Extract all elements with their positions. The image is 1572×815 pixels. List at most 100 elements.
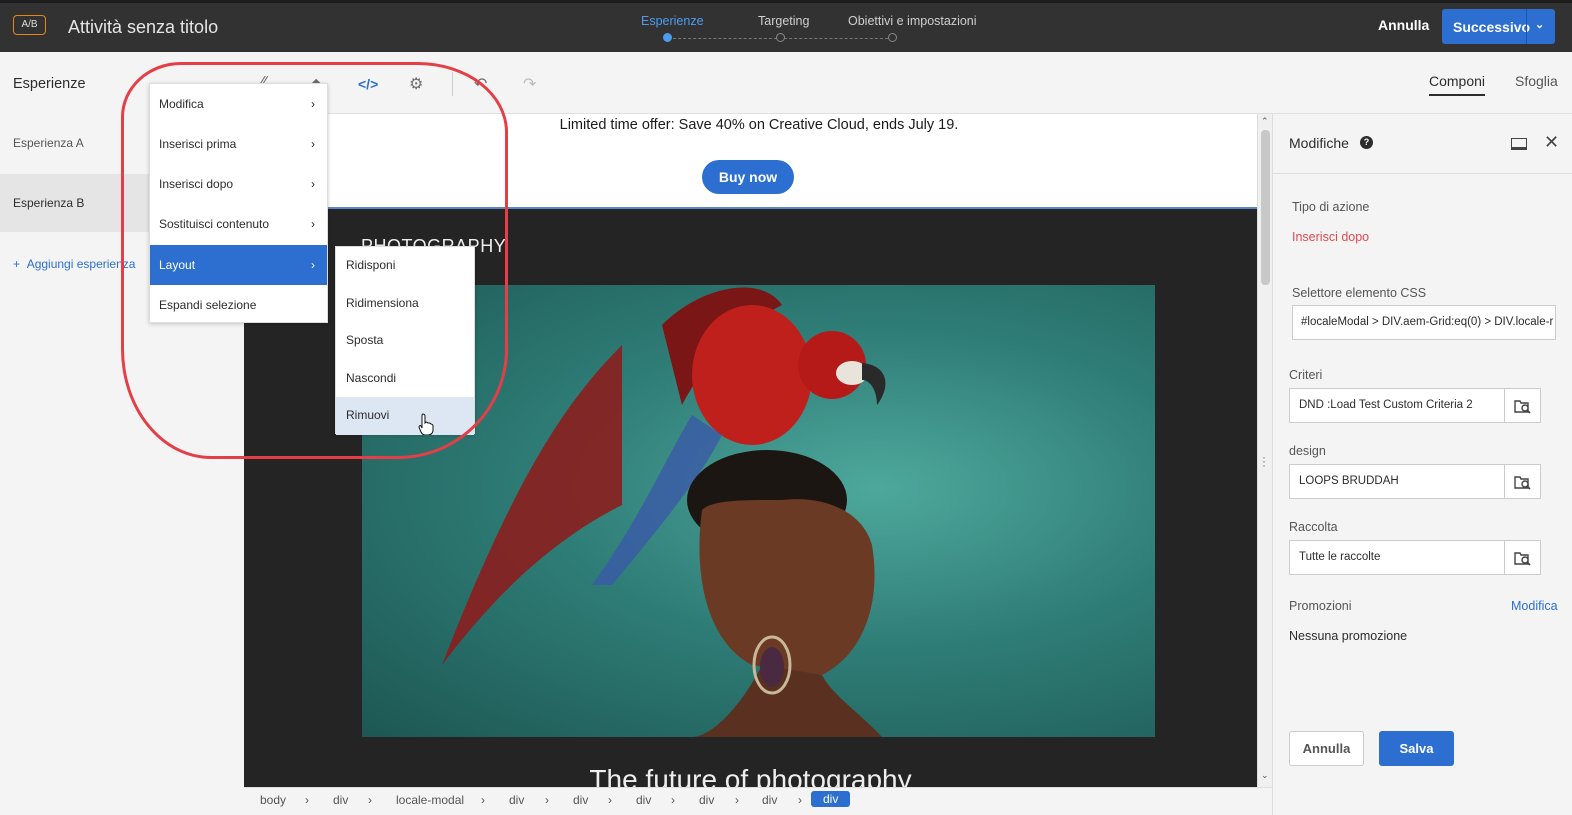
- activity-title[interactable]: Attività senza titolo: [68, 17, 218, 38]
- step-dot-goals: [888, 33, 897, 42]
- panel-cancel-button[interactable]: Annulla: [1289, 731, 1364, 766]
- step-experiences[interactable]: Esperienze: [641, 14, 704, 28]
- hero-headline[interactable]: The future of photography: [244, 764, 1257, 787]
- chevron-right-icon: ›: [311, 258, 315, 272]
- action-type-label: Tipo di azione: [1292, 200, 1370, 214]
- design-field[interactable]: LOOPS BRUDDAH: [1289, 464, 1505, 499]
- workflow-steps: Esperienze Targeting Obiettivi e imposta…: [620, 3, 1000, 55]
- element-context-menu: Modifica › Inserisci prima › Inserisci dop…: [149, 83, 328, 323]
- promotions-label: Promozioni: [1289, 599, 1352, 613]
- gear-icon[interactable]: ⚙: [409, 74, 423, 94]
- hero-image[interactable]: [362, 285, 1155, 737]
- breadcrumb-item[interactable]: div: [636, 793, 651, 807]
- monitor-icon[interactable]: [1511, 138, 1527, 150]
- submenu-item-sposta[interactable]: Sposta: [336, 322, 474, 360]
- folder-search-icon: [1514, 552, 1531, 566]
- chevron-right-icon: ›: [311, 97, 315, 111]
- promo-banner[interactable]: Limited time offer: Save 40% on Creative…: [244, 114, 1257, 209]
- menu-item-label: Inserisci prima: [159, 137, 237, 151]
- next-button-separator: [1526, 9, 1527, 44]
- page-preview-canvas[interactable]: Limited time offer: Save 40% on Creative…: [244, 114, 1257, 787]
- menu-item-layout[interactable]: Layout ›: [150, 245, 327, 285]
- chevron-right-icon: ›: [311, 217, 315, 231]
- folder-search-icon: [1514, 400, 1531, 414]
- close-icon[interactable]: ✕: [1544, 132, 1559, 153]
- add-experience-label: Aggiungi esperienza: [26, 257, 136, 271]
- menu-item-inserisci-prima[interactable]: Inserisci prima ›: [150, 124, 327, 164]
- submenu-item-ridimensiona[interactable]: Ridimensiona: [336, 285, 474, 323]
- menu-item-inserisci-dopo[interactable]: Inserisci dopo ›: [150, 164, 327, 204]
- chevron-right-icon: ›: [368, 793, 372, 807]
- scroll-up-icon[interactable]: ⌃: [1261, 116, 1269, 127]
- layout-submenu: Ridisponi Ridimensiona Sposta Nascondi R…: [335, 246, 475, 435]
- redo-icon[interactable]: ↷: [523, 74, 536, 94]
- menu-item-espandi-selezione[interactable]: Espandi selezione: [150, 285, 327, 325]
- chevron-right-icon: ›: [545, 793, 549, 807]
- breadcrumb-item[interactable]: body: [260, 793, 286, 807]
- breadcrumb-item[interactable]: div: [762, 793, 777, 807]
- save-button[interactable]: Salva: [1379, 731, 1454, 766]
- chevron-right-icon: ›: [671, 793, 675, 807]
- breadcrumb-item[interactable]: div: [333, 793, 348, 807]
- resize-handle-icon[interactable]: · · ·: [1262, 451, 1266, 471]
- css-selector-label: Selettore elemento CSS: [1292, 286, 1427, 300]
- hand-cursor-icon: [418, 413, 434, 435]
- breadcrumb-item[interactable]: div: [509, 793, 524, 807]
- chevron-right-icon: ›: [608, 793, 612, 807]
- submenu-item-nascondi[interactable]: Nascondi: [336, 360, 474, 398]
- dom-breadcrumb: body › div › locale-modal › div › div › …: [244, 787, 1272, 815]
- step-dot-targeting: [776, 33, 785, 42]
- menu-item-label: Layout: [159, 258, 196, 272]
- step-targeting[interactable]: Targeting: [758, 14, 809, 28]
- collection-label: Raccolta: [1289, 520, 1338, 534]
- edit-promotions-link[interactable]: Modifica: [1511, 599, 1558, 613]
- breadcrumb-item[interactable]: locale-modal: [396, 793, 464, 807]
- step-goals-settings[interactable]: Obiettivi e impostazioni: [848, 14, 977, 28]
- step-dot-experiences: [663, 33, 672, 42]
- breadcrumb-item[interactable]: div: [573, 793, 588, 807]
- promo-text[interactable]: Limited time offer: Save 40% on Creative…: [244, 117, 1257, 133]
- tab-sfoglia[interactable]: Sfoglia: [1515, 73, 1558, 89]
- toolbar-separator: [452, 72, 453, 96]
- add-experience-link[interactable]: + Aggiungi esperienza: [13, 257, 135, 271]
- criteria-field[interactable]: DND :Load Test Custom Criteria 2: [1289, 388, 1505, 423]
- menu-item-sostituisci-contenuto[interactable]: Sostituisci contenuto ›: [150, 204, 327, 244]
- chevron-right-icon: ›: [735, 793, 739, 807]
- chevron-down-icon[interactable]: ⌄: [1535, 18, 1544, 31]
- menu-item-label: Espandi selezione: [159, 298, 257, 312]
- cancel-button[interactable]: Annulla: [1378, 17, 1429, 33]
- modifications-header: Modifiche ? ✕: [1273, 114, 1572, 174]
- chevron-right-icon: ›: [305, 793, 309, 807]
- chevron-right-icon: ›: [311, 177, 315, 191]
- design-browse-button[interactable]: [1504, 464, 1541, 499]
- tab-componi[interactable]: Componi: [1429, 73, 1486, 96]
- buy-now-button[interactable]: Buy now: [702, 160, 794, 194]
- top-bar: A/B Attività senza titolo Esperienze Tar…: [0, 0, 1572, 52]
- scroll-thumb[interactable]: [1261, 130, 1270, 285]
- chevron-right-icon: ›: [481, 793, 485, 807]
- editor-toolbar: ⁄⁄ ◆ </> ⚙ ↶ ↷ Componi Sfoglia: [244, 52, 1572, 114]
- undo-icon[interactable]: ↶: [474, 74, 487, 94]
- action-type-value: Inserisci dopo: [1292, 230, 1370, 244]
- next-button[interactable]: Successivo ⌄: [1442, 9, 1555, 44]
- code-icon[interactable]: </>: [358, 76, 378, 92]
- modifications-panel: Modifiche ? ✕ Tipo di azione Inserisci d…: [1272, 114, 1572, 815]
- collection-field[interactable]: Tutte le raccolte: [1289, 540, 1505, 575]
- chevron-right-icon: ›: [798, 793, 802, 807]
- help-icon[interactable]: ?: [1360, 136, 1373, 149]
- chevron-right-icon: ›: [311, 137, 315, 151]
- menu-item-label: Modifica: [159, 97, 204, 111]
- breadcrumb-item-active[interactable]: div: [811, 791, 851, 807]
- submenu-item-rimuovi[interactable]: Rimuovi: [336, 397, 474, 435]
- promotions-value: Nessuna promozione: [1289, 629, 1408, 643]
- collection-browse-button[interactable]: [1504, 540, 1541, 575]
- css-selector-field[interactable]: #localeModal > DIV.aem-Grid:eq(0) > DIV.…: [1292, 305, 1556, 340]
- menu-item-modifica[interactable]: Modifica ›: [150, 84, 327, 124]
- criteria-browse-button[interactable]: [1504, 388, 1541, 423]
- submenu-item-ridisponi[interactable]: Ridisponi: [336, 247, 474, 285]
- parrot-woman-illustration: [442, 287, 886, 737]
- design-label: design: [1289, 444, 1326, 458]
- breadcrumb-item[interactable]: div: [699, 793, 714, 807]
- scroll-down-icon[interactable]: ⌄: [1261, 770, 1269, 781]
- criteria-label: Criteri: [1289, 368, 1323, 382]
